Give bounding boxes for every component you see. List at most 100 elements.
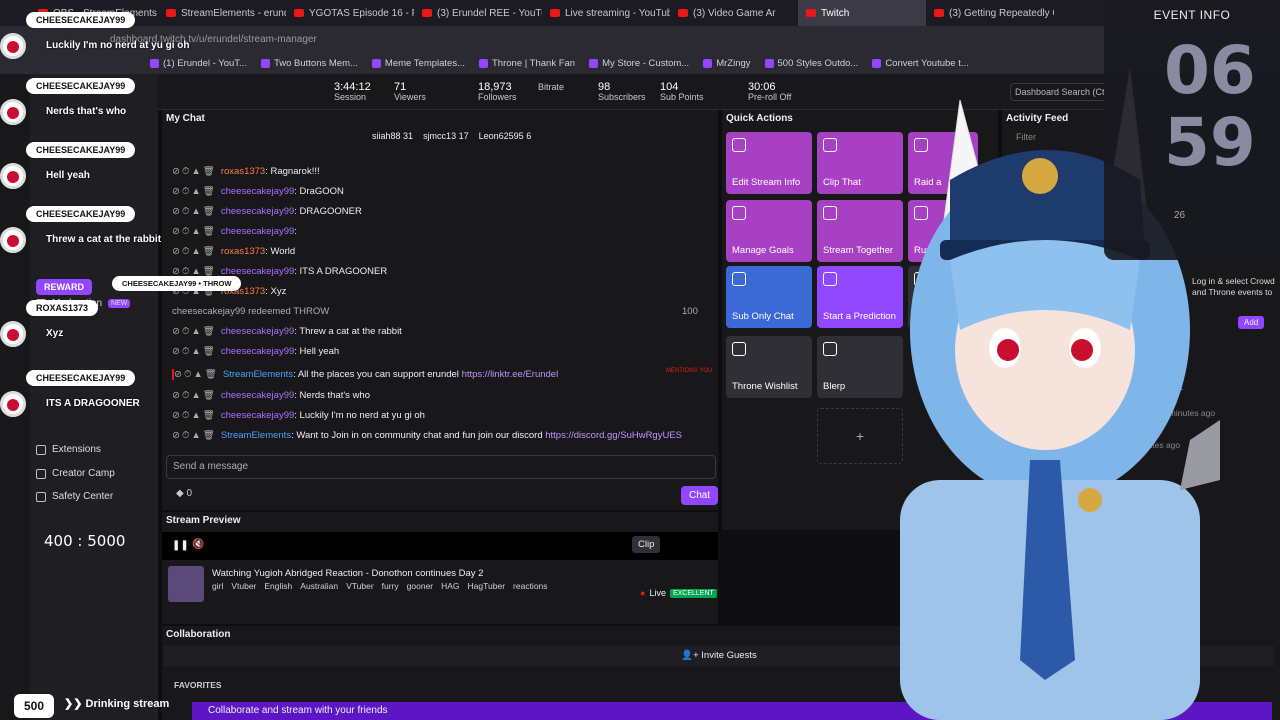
top-gifter[interactable]: Leon62595 6 [479,131,532,141]
drink-counter: 500 [14,694,54,718]
bookmark-label: Two Buttons Mem... [273,57,358,69]
preview-title[interactable]: Stream Preview [166,515,241,526]
stream-tag[interactable]: Australian [300,581,338,591]
chat-message[interactable]: ⊘⏱▲🗑 cheesecakejay99: Threw a cat at the … [172,326,402,337]
points-value: 0 [186,488,193,499]
sidebar-item-extensions[interactable]: Extensions [36,444,101,455]
pause-icon[interactable]: ❚❚ [172,540,189,551]
chat-text: DraGOON [299,186,344,197]
chat-username[interactable]: cheesecakejay99 [221,206,294,217]
collab-title[interactable]: Collaboration [166,629,230,640]
tab-favicon-icon [422,9,432,17]
chat-username[interactable]: cheesecakejay99 [221,186,294,197]
sidebar-item-label: Extensions [52,444,101,455]
video-player[interactable]: ❚❚ 🔇 Clip [162,532,718,560]
stream-tag[interactable]: VTuber [346,581,374,591]
chat-username[interactable]: StreamElements [221,430,291,441]
event-info-title: EVENT INFO [1153,8,1231,22]
sidebar-item-safety-center[interactable]: Safety Center [36,491,113,502]
chat-username[interactable]: roxas1373 [221,166,265,177]
gifter-name: Leon62595 [478,131,524,141]
top-gifter[interactable]: sjmcc13 17 [423,131,469,141]
gifter-name: sjmcc13 [423,131,457,141]
stat-label: Subscribers [598,92,646,102]
gifter-name: siiah88 [372,131,401,141]
bookmark[interactable]: Throne | Thank Fan [479,58,575,69]
gifter-count: 6 [526,131,532,141]
bookmark[interactable]: Two Buttons Mem... [260,57,358,69]
chat-text: Hell yeah [299,346,340,357]
chat-message[interactable]: ⊘⏱▲🗑 StreamElements: All the places you c… [172,369,558,380]
mod-actions-icon[interactable]: ⊘⏱▲🗑 [174,369,219,380]
bookmark[interactable]: 500 Styles Outdo... [764,58,858,69]
chat-message[interactable]: ⊘⏱▲🗑 cheesecakejay99: DraGOON [172,186,344,197]
quick-action-edit-stream-info[interactable]: Edit Stream Info [726,132,812,194]
chat-message[interactable]: ⊘⏱▲🗑 roxas1373: Ragnarok!!! [172,166,320,177]
chat-message[interactable]: ⊘⏱▲🗑 StreamElements: Want to Join in on c… [172,430,682,441]
bookmark[interactable]: Meme Templates... [371,58,465,69]
goal-current: 400 [44,532,73,550]
stat-value: 71 [394,81,407,93]
chat-message[interactable]: ⊘⏱▲🗑 roxas1373: World [172,246,295,257]
chat-text: Want to Join in on community chat and fu… [296,430,543,441]
sidebar-item-label: Creator Camp [52,468,115,479]
overlay-chat-widget: CHEESECAKEJAY99 Luckily I'm no nerd at yu… [0,0,190,440]
chat-username[interactable]: cheesecakejay99 [221,326,294,337]
activity-add-button[interactable]: Add [1238,316,1265,329]
quick-actions-title[interactable]: Quick Actions [726,113,793,124]
chat-link[interactable]: https://discord.gg/SuHwRgyUES [545,430,682,441]
chat-send-button[interactable]: Chat [681,486,719,505]
chat-username[interactable]: cheesecakejay99 [221,410,294,421]
browser-tab[interactable]: Twitch [798,0,926,26]
bookmark-icon [479,58,488,68]
chat-username[interactable]: cheesecakejay99 [221,346,294,357]
action-icon [732,342,746,356]
quick-action-throne-wishlist[interactable]: Throne Wishlist [726,336,812,398]
channel-points[interactable]: ◆ 0 [176,488,192,499]
browser-tab[interactable]: YGOTAS Episode 16 - Fan [286,0,414,26]
reward-text: CHEESECAKEJAY99 • THROW [112,276,242,291]
stream-tag[interactable]: Vtuber [231,581,256,591]
bookmark[interactable]: MrZingy [703,57,751,69]
tab-label: StreamElements - erundel [181,7,286,19]
chat-message[interactable]: ⊘⏱▲🗑 cheesecakejay99: Hell yeah [172,346,339,357]
bookmark[interactable]: My Store - Custom... [589,58,689,69]
chat-username[interactable]: cheesecakejay99 [221,226,294,237]
bookmark-label: MrZingy [716,57,751,69]
address-bar[interactable]: dashboard.twitch.tv/u/erundel/stream-man… [0,26,1280,52]
stream-tag[interactable]: girl [212,581,223,591]
stat-viewers: 71 Viewers [394,81,426,103]
chat-message[interactable]: ⊘⏱▲🗑 cheesecakejay99: DRAGOONER [172,206,362,217]
redeem-item: THROW [293,306,330,317]
quick-action-manage-goals[interactable]: Manage Goals [726,200,812,262]
stream-preview-panel: Stream Preview ❚❚ 🔇 Clip Watching Yugioh… [162,512,718,624]
chat-link[interactable]: https://linktr.ee/Erundel [462,369,559,380]
browser-tab[interactable]: (3) Video Game Ar [670,0,798,26]
stream-tag[interactable]: reactions [513,581,548,591]
chat-message[interactable]: ⊘⏱▲🗑 cheesecakejay99: Nerds that's who [172,390,370,401]
browser-tab[interactable]: Live streaming - YouTube [542,0,670,26]
stream-tag[interactable]: gooner [407,581,433,591]
top-gifter[interactable]: siiah88 31 [372,131,413,141]
browser-tab[interactable]: (3) Getting Repeatedly Off [926,0,1054,26]
chat-username[interactable]: roxas1373 [221,246,265,257]
clip-button[interactable]: Clip [632,536,661,553]
stream-tag[interactable]: HagTuber [468,581,505,591]
chat-input[interactable]: Send a message [166,455,716,479]
chat-username[interactable]: StreamElements [223,369,293,380]
quick-action-sub-only-chat[interactable]: Sub Only Chat [726,266,812,328]
stream-tag[interactable]: HAG [441,581,459,591]
browser-tab[interactable]: (3) Erundel REE - YouTube [414,0,542,26]
mute-icon[interactable]: 🔇 [192,539,204,550]
stream-tag[interactable]: furry [382,581,399,591]
overlay-message: Threw a cat at the rabbit [46,234,162,245]
overlay-message: Luckily I'm no nerd at yu gi oh [46,40,190,51]
chat-message[interactable]: ⊘⏱▲🗑 cheesecakejay99: [172,226,297,237]
chat-message[interactable]: ⊘⏱▲🗑 cheesecakejay99: Luckily I'm no nerd… [172,410,425,421]
shield-icon [36,491,46,502]
chat-username[interactable]: cheesecakejay99 [221,390,294,401]
redeem-user[interactable]: cheesecakejay99 [172,306,245,317]
quality-badge: EXCELLENT [669,588,717,598]
sidebar-item-creator-camp[interactable]: Creator Camp [36,468,115,479]
stream-tag[interactable]: English [264,581,292,591]
